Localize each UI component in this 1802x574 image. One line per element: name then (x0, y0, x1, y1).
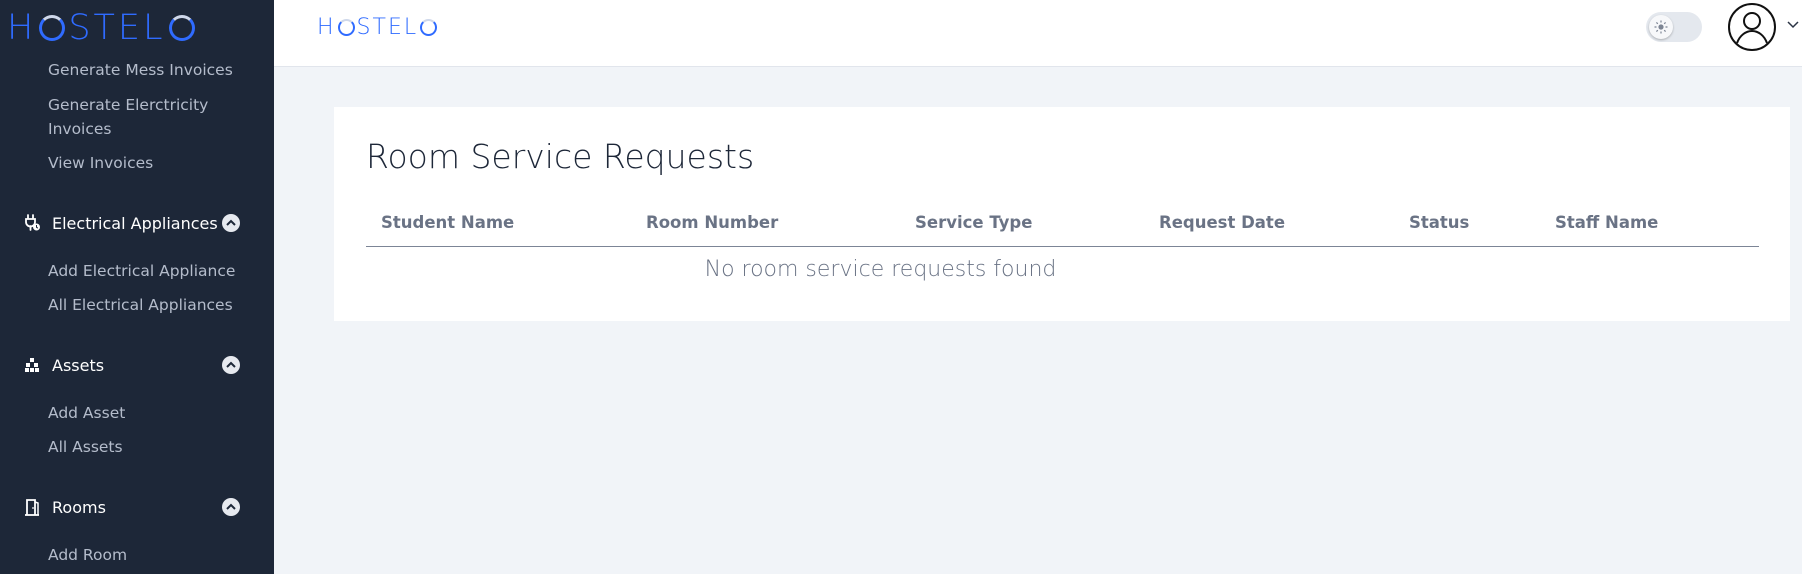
boxes-icon (22, 355, 42, 375)
sidebar-section-rooms[interactable]: Rooms (22, 493, 242, 521)
sidebar-link-all-assets[interactable]: All Assets (48, 435, 123, 459)
sidebar-section-label: Assets (52, 355, 105, 375)
logo-o-ring-icon (420, 18, 438, 36)
sidebar-logo-text-start: H (7, 8, 37, 48)
logo-o-ring-icon (39, 15, 66, 41)
sidebar-logo[interactable]: H STEL (7, 8, 198, 48)
column-header-room-number[interactable]: Room Number (646, 213, 778, 232)
theme-toggle[interactable] (1646, 12, 1702, 42)
header-logo[interactable]: H STEL (317, 12, 439, 42)
plug-icon (22, 213, 42, 233)
chevron-up-icon[interactable] (222, 356, 240, 374)
sidebar-link-add-room[interactable]: Add Room (48, 543, 127, 567)
sidebar-link-add-asset[interactable]: Add Asset (48, 401, 125, 425)
user-avatar-icon[interactable] (1727, 2, 1777, 52)
sidebar-section-label: Electrical Appliances (52, 213, 218, 233)
sidebar-link-generate-mess-invoices[interactable]: Generate Mess Invoices (48, 58, 233, 82)
header-logo-text-start: H (317, 14, 336, 40)
column-header-staff-name[interactable]: Staff Name (1555, 213, 1658, 232)
sidebar-link-all-electrical-appliances[interactable]: All Electrical Appliances (48, 293, 233, 317)
page-title: Room Service Requests (366, 137, 755, 176)
logo-o-ring-icon (337, 18, 355, 36)
chevron-up-icon[interactable] (222, 214, 240, 232)
door-icon (22, 497, 42, 517)
sidebar: H STEL Generate Mess Invoices Generate El… (0, 0, 274, 574)
chevron-up-icon[interactable] (222, 498, 240, 516)
sidebar-link-view-invoices[interactable]: View Invoices (48, 151, 153, 175)
room-service-requests-card: Room Service Requests Student Name Room … (334, 107, 1790, 321)
column-header-status[interactable]: Status (1409, 213, 1469, 232)
table-header: Student Name Room Number Service Type Re… (366, 205, 1759, 247)
sidebar-logo-text-end: STEL (68, 8, 166, 48)
sidebar-link-add-electrical-appliance[interactable]: Add Electrical Appliance (48, 259, 235, 283)
column-header-student-name[interactable]: Student Name (381, 213, 514, 232)
sidebar-link-generate-electricity-invoices-cont[interactable]: Invoices (48, 117, 112, 141)
sun-icon (1649, 15, 1673, 39)
column-header-request-date[interactable]: Request Date (1159, 213, 1285, 232)
sidebar-section-assets[interactable]: Assets (22, 351, 242, 379)
empty-state-message: No room service requests found (704, 257, 1057, 282)
column-header-service-type[interactable]: Service Type (915, 213, 1032, 232)
sidebar-link-generate-electricity-invoices[interactable]: Generate Elerctricity (48, 93, 208, 117)
top-header: H STEL (274, 0, 1802, 67)
chevron-down-icon[interactable] (1786, 16, 1800, 30)
sidebar-section-label: Rooms (52, 497, 106, 517)
header-logo-text-end: STEL (356, 14, 419, 40)
logo-o-ring-icon (168, 15, 195, 41)
sidebar-section-electrical-appliances[interactable]: Electrical Appliances (22, 209, 242, 237)
